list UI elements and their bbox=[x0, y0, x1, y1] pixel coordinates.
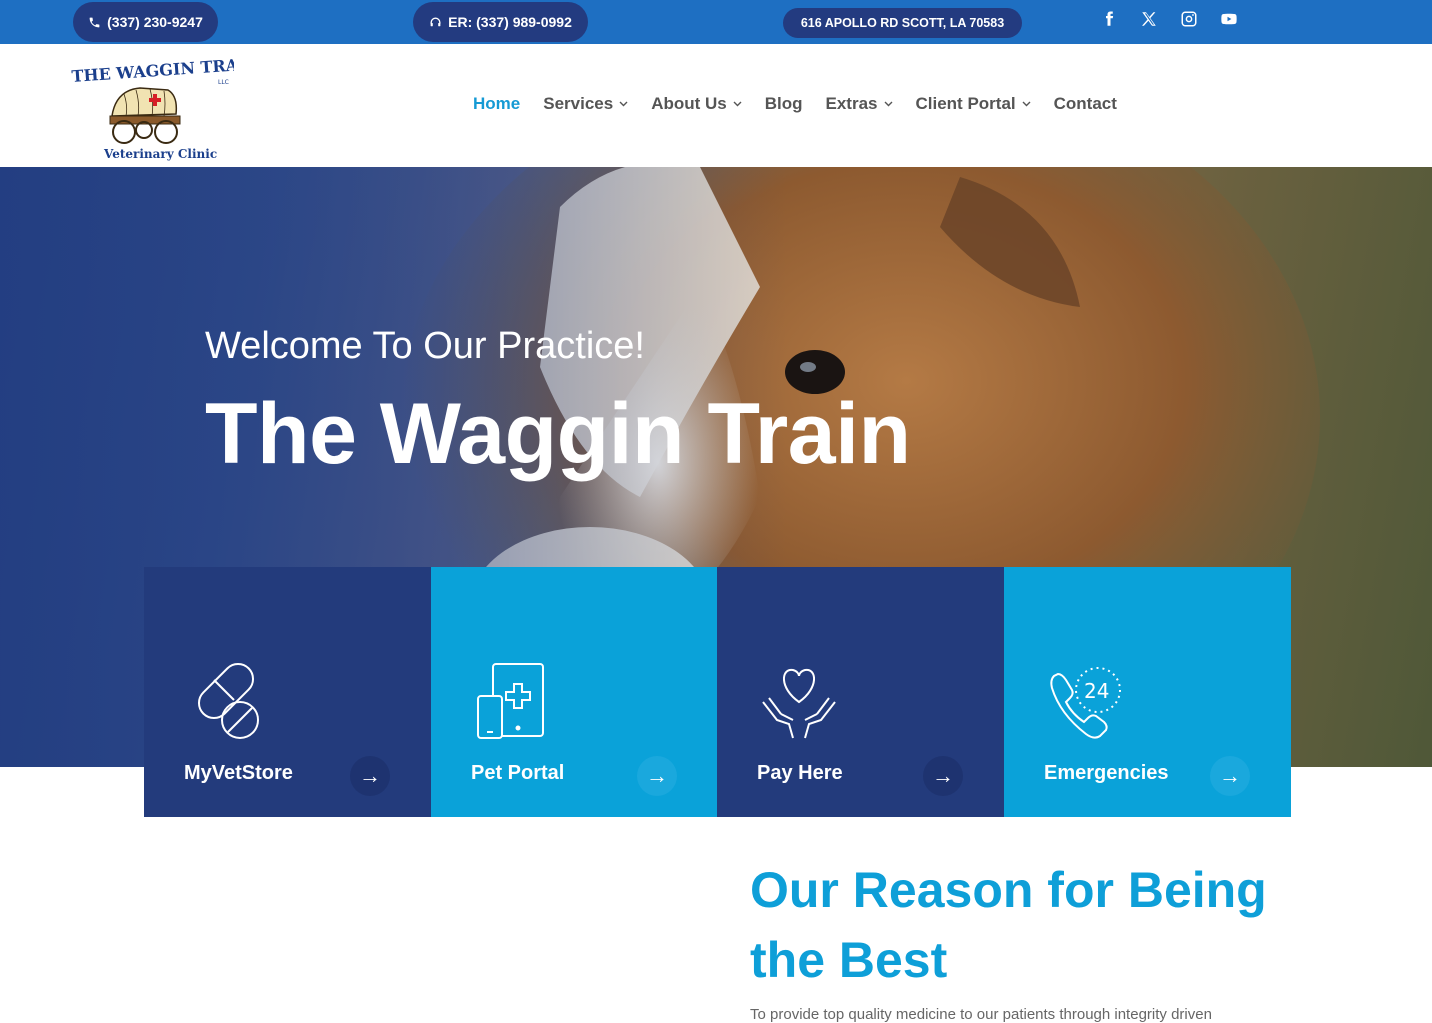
card-pay-here-label: Pay Here bbox=[757, 762, 843, 784]
reason-text: To provide top quality medicine to our p… bbox=[750, 1006, 1212, 1023]
site-header: THE WAGGIN TRAIN LLC Veterinary Clinic H… bbox=[0, 44, 1432, 167]
nav-extras-label: Extras bbox=[825, 94, 878, 113]
logo-text-bottom: Veterinary Clinic bbox=[103, 147, 217, 161]
instagram-icon[interactable] bbox=[1178, 8, 1200, 30]
phone-icon bbox=[89, 17, 100, 27]
arrow-right-icon[interactable]: → bbox=[923, 756, 963, 796]
card-pet-portal-label: Pet Portal bbox=[471, 762, 565, 784]
nav-contact[interactable]: Contact bbox=[1054, 94, 1117, 114]
er-phone-number: ER: (337) 989-0992 bbox=[448, 14, 572, 30]
svg-text:24: 24 bbox=[1084, 679, 1109, 703]
card-pet-portal[interactable]: Pet Portal → bbox=[431, 567, 717, 817]
arrow-right-icon[interactable]: → bbox=[1210, 756, 1250, 796]
x-icon[interactable] bbox=[1138, 8, 1160, 30]
logo-text-top: THE WAGGIN TRAIN bbox=[71, 54, 234, 86]
card-myvetstore[interactable]: MyVetStore → bbox=[144, 567, 431, 817]
reason-heading: Our Reason for Being the Best bbox=[750, 862, 1267, 988]
address-button[interactable]: 616 APOLLO RD SCOTT, LA 70583 bbox=[783, 8, 1022, 38]
logo-llc: LLC bbox=[218, 79, 229, 86]
card-emergencies[interactable]: 24 Emergencies → bbox=[1004, 567, 1291, 817]
nav-services-label: Services bbox=[543, 94, 614, 113]
address-text: 616 APOLLO RD SCOTT, LA 70583 bbox=[800, 16, 1005, 30]
arrow-right-icon[interactable]: → bbox=[350, 756, 390, 796]
phone-number: (337) 230-9247 bbox=[107, 14, 203, 30]
er-phone-button[interactable]: ER: (337) 989-0992 bbox=[413, 2, 588, 42]
heart-hands-icon bbox=[762, 668, 836, 739]
hero-title: The Waggin Train bbox=[205, 386, 911, 482]
top-bar: (337) 230-9247 ER: (337) 989-0992 616 AP… bbox=[0, 0, 1432, 44]
nav-blog-label: Blog bbox=[764, 94, 803, 113]
facebook-icon[interactable] bbox=[1098, 8, 1120, 30]
chevron-down-icon bbox=[733, 101, 742, 107]
nav-client-portal-label: Client Portal bbox=[915, 94, 1016, 113]
youtube-icon[interactable] bbox=[1218, 8, 1240, 30]
phone-button[interactable]: (337) 230-9247 bbox=[73, 2, 218, 42]
nav-extras[interactable]: Extras bbox=[826, 94, 893, 114]
nav-about-label: About Us bbox=[651, 94, 727, 113]
pills-icon bbox=[197, 662, 259, 739]
nav-client-portal[interactable]: Client Portal bbox=[916, 94, 1031, 114]
wagon-cover-icon bbox=[111, 87, 178, 117]
chevron-down-icon bbox=[884, 101, 892, 107]
quick-links: MyVetStore → Pet Portal → Pay Here → 24 bbox=[144, 567, 1291, 817]
arrow-right-icon[interactable]: → bbox=[637, 756, 677, 796]
waggin-train-logo[interactable]: THE WAGGIN TRAIN LLC Veterinary Clinic bbox=[68, 54, 234, 164]
main-nav: Home Services About Us Blog Extras Clien… bbox=[473, 94, 1140, 114]
phone-24-icon: 24 bbox=[1050, 667, 1121, 739]
chevron-down-icon bbox=[619, 101, 628, 107]
card-myvetstore-label: MyVetStore bbox=[184, 762, 293, 784]
nav-home[interactable]: Home bbox=[473, 94, 520, 114]
nav-blog[interactable]: Blog bbox=[765, 94, 803, 114]
hero-subtitle: Welcome To Our Practice! bbox=[205, 325, 645, 367]
chevron-down-icon bbox=[1022, 101, 1031, 107]
tablet-medical-icon bbox=[477, 663, 544, 739]
nav-about-us[interactable]: About Us bbox=[651, 94, 742, 114]
card-emergencies-label: Emergencies bbox=[1044, 762, 1169, 784]
nav-home-label: Home bbox=[473, 94, 521, 113]
card-pay-here[interactable]: Pay Here → bbox=[717, 567, 1004, 817]
nav-contact-label: Contact bbox=[1053, 94, 1117, 113]
nav-services[interactable]: Services bbox=[543, 94, 628, 114]
headset-icon bbox=[430, 17, 441, 26]
